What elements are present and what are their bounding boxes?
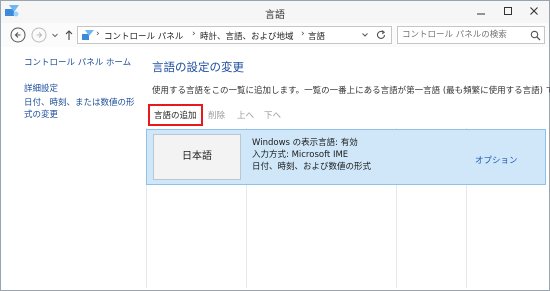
page-description: 使用する言語をこの一覧に追加します。一覧の一番上にある言語が第一言語 (最も頻繁… xyxy=(152,86,550,96)
chevron-down-icon xyxy=(362,33,368,37)
control-panel-crumb-icon xyxy=(81,29,95,44)
back-arrow-icon xyxy=(10,27,26,43)
navigation-bar: › コントロール パネル › 時計、言語、および地域 › 言語 xyxy=(1,23,549,47)
date-time-number-format: 日付、時刻、および数値の形式 xyxy=(252,162,372,172)
address-history-dropdown[interactable] xyxy=(361,30,369,43)
sidebar: コントロール パネル ホーム 詳細設定 日付、時刻、または数値の形式の変更 xyxy=(24,57,144,123)
chevron-down-icon xyxy=(52,33,58,38)
back-button[interactable] xyxy=(10,27,26,43)
language-toolbar: 言語の追加 削除 上へ 下へ xyxy=(148,104,542,127)
page-title: 言語の設定の変更 xyxy=(152,60,244,74)
breadcrumb-separator-icon: › xyxy=(96,29,100,39)
move-down-button[interactable]: 下へ xyxy=(264,109,281,121)
remove-button[interactable]: 削除 xyxy=(208,109,225,121)
refresh-button[interactable] xyxy=(375,29,387,44)
recent-pages-dropdown[interactable] xyxy=(51,27,59,43)
sidebar-item-control-panel-home[interactable]: コントロール パネル ホーム xyxy=(24,57,144,69)
move-up-button[interactable]: 上へ xyxy=(237,109,254,121)
add-language-button[interactable]: 言語の追加 xyxy=(154,109,197,121)
search-icon[interactable] xyxy=(530,30,541,44)
window-title: 言語 xyxy=(265,10,285,21)
breadcrumb-control-panel[interactable]: コントロール パネル xyxy=(104,30,183,42)
address-bar[interactable]: › コントロール パネル › 時計、言語、および地域 › 言語 xyxy=(77,26,392,44)
sidebar-item-change-date-time-formats[interactable]: 日付、時刻、または数値の形式の変更 xyxy=(24,97,142,121)
breadcrumb-separator-icon: › xyxy=(192,29,196,39)
maximize-button[interactable] xyxy=(495,1,521,21)
forward-arrow-icon xyxy=(31,27,47,43)
minimize-button[interactable] xyxy=(468,1,494,21)
language-details: Windows の表示言語: 有効 入力方式: Microsoft IME 日付… xyxy=(252,137,371,173)
breadcrumb-clock-language-region[interactable]: 時計、言語、および地域 xyxy=(200,30,294,42)
language-options-link[interactable]: オプション xyxy=(475,154,518,166)
main-content: 言語の設定の変更 使用する言語をこの一覧に追加します。一覧の一番上にある言語が第… xyxy=(152,59,550,96)
breadcrumb-separator-icon: › xyxy=(301,29,305,39)
title-bar: 言語 xyxy=(1,1,549,23)
display-language-status: Windows の表示言語: 有効 xyxy=(252,138,358,148)
control-panel-window: 言語 › コントロール パネル › 時計、言語、および地域 › 言語 コントロー… xyxy=(0,0,550,291)
up-arrow-icon xyxy=(65,30,73,40)
language-row-japanese[interactable]: 日本語 Windows の表示言語: 有効 入力方式: Microsoft IM… xyxy=(146,129,546,185)
search-input[interactable] xyxy=(398,27,528,43)
close-button[interactable] xyxy=(521,1,547,21)
search-box[interactable] xyxy=(397,26,545,44)
language-name-tile[interactable]: 日本語 xyxy=(153,134,241,180)
breadcrumb-language[interactable]: 言語 xyxy=(308,30,325,42)
refresh-icon xyxy=(377,30,386,39)
input-method: 入力方式: Microsoft IME xyxy=(252,150,349,160)
up-level-button[interactable] xyxy=(63,27,75,43)
sidebar-item-advanced-settings[interactable]: 詳細設定 xyxy=(24,83,144,95)
forward-button[interactable] xyxy=(31,27,47,43)
